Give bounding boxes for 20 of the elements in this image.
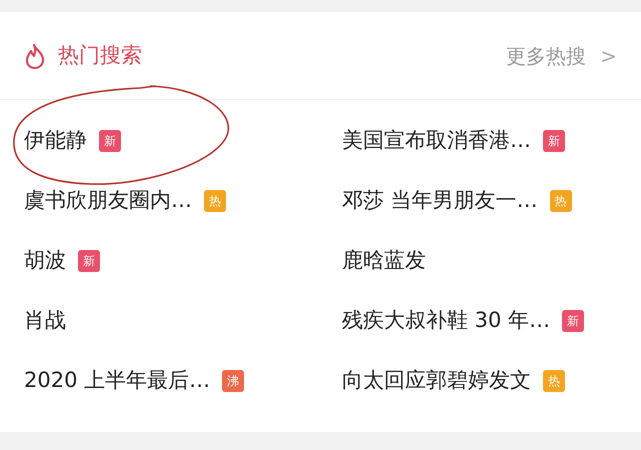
item-tag: 新 [562,310,584,332]
search-item-link[interactable]: 残疾大叔补鞋 30 年… [342,305,550,337]
item-tag: 热 [204,190,226,212]
search-item-link[interactable]: 虞书欣朋友圈内… [24,185,192,217]
item-tag: 沸 [222,370,244,392]
item-tag: 新 [99,130,121,152]
search-item-link[interactable]: 邓莎 当年男朋友一… [342,185,538,217]
item-tag: 热 [543,370,565,392]
search-item-link[interactable]: 伊能静 [24,125,87,157]
section-title: 热门搜索 [58,42,142,69]
search-item-link[interactable]: 胡波 [24,245,66,277]
search-item-link[interactable]: 2020 上半年最后… [24,365,210,397]
search-item-link[interactable]: 肖战 [24,305,66,337]
search-item-link[interactable]: 向太回应郭碧婷发文 [342,365,531,397]
item-tag: 热 [550,190,572,212]
item-tag: 新 [78,250,100,272]
search-item-link[interactable]: 美国宣布取消香港… [342,125,531,157]
search-item-link[interactable]: 鹿晗蓝发 [342,245,426,277]
flame-icon [24,42,46,68]
item-tag: 新 [543,130,565,152]
